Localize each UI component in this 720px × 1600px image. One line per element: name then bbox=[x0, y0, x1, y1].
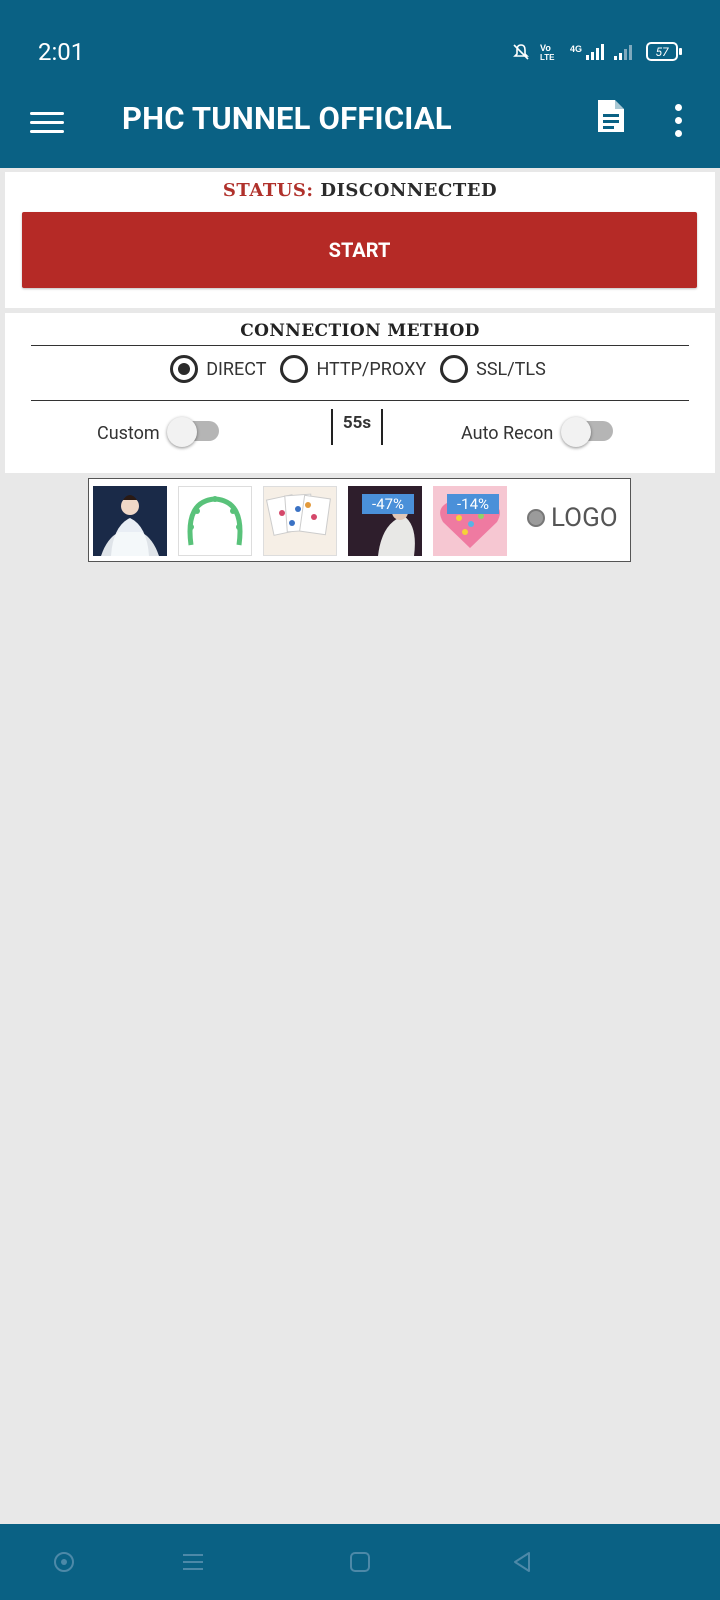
divider-top bbox=[31, 345, 689, 346]
status-key: STATUS: bbox=[222, 180, 314, 201]
menu-nav-icon[interactable] bbox=[181, 1550, 205, 1574]
system-icons: Vo LTE 4G 57 bbox=[512, 42, 682, 61]
ad-logo-dot-icon bbox=[527, 509, 545, 527]
custom-toggle-thumb bbox=[167, 417, 197, 447]
svg-text:LTE: LTE bbox=[540, 53, 555, 61]
4g-signal-icon: 4G bbox=[570, 43, 604, 60]
radio-direct-circle[interactable] bbox=[170, 355, 199, 383]
divider-bottom bbox=[31, 400, 689, 401]
radio-http-proxy-circle[interactable] bbox=[280, 355, 309, 383]
mute-icon bbox=[513, 43, 529, 60]
auto-recon-toggle-thumb bbox=[561, 417, 591, 447]
connection-method-radios: DIRECT HTTP/PROXY SSL/TLS bbox=[5, 355, 715, 383]
assistant-icon[interactable] bbox=[52, 1550, 76, 1574]
back-icon[interactable] bbox=[510, 1550, 534, 1574]
volte-icon: Vo LTE bbox=[540, 43, 555, 61]
ad-image-heart-box[interactable]: -14% bbox=[433, 486, 507, 556]
radio-ssl-tls-label: SSL/TLS bbox=[476, 358, 546, 380]
ad-image-headband[interactable] bbox=[178, 486, 252, 556]
ad-discount-badge-2: -14% bbox=[447, 494, 499, 514]
home-icon[interactable] bbox=[348, 1550, 372, 1574]
ad-banner[interactable]: -47% -14% LOGO bbox=[88, 478, 631, 562]
ad-logo: LOGO bbox=[527, 503, 618, 533]
svg-text:Vo: Vo bbox=[540, 43, 551, 53]
signal-icon bbox=[614, 44, 632, 60]
ad-discount-badge-1: -47% bbox=[362, 494, 414, 514]
connection-method-card: CONNECTION METHOD DIRECT HTTP/PROXY SSL/… bbox=[5, 313, 715, 473]
ad-image-dress[interactable] bbox=[93, 486, 167, 556]
more-vert-icon[interactable] bbox=[675, 104, 683, 143]
app-toolbar: PHC TUNNEL OFFICIAL bbox=[0, 84, 720, 168]
auto-recon-label: Auto Recon bbox=[461, 423, 554, 444]
radio-http-proxy-label: HTTP/PROXY bbox=[316, 358, 427, 380]
timer-display: 55s bbox=[331, 409, 383, 445]
status-card: STATUS: DISCONNECTED START bbox=[5, 172, 715, 308]
hamburger-menu-icon[interactable] bbox=[30, 106, 64, 136]
ad-image-stickers[interactable] bbox=[263, 486, 337, 556]
custom-label: Custom bbox=[97, 423, 160, 444]
start-button[interactable]: START bbox=[22, 212, 697, 288]
ad-logo-text: LOGO bbox=[551, 503, 618, 533]
battery-level: 57 bbox=[655, 44, 669, 59]
auto-recon-toggle[interactable] bbox=[561, 417, 615, 447]
status-value: DISCONNECTED bbox=[320, 180, 498, 201]
connection-method-title: CONNECTION METHOD bbox=[240, 321, 480, 341]
svg-text:4G: 4G bbox=[570, 44, 582, 54]
ad-image-fashion[interactable]: -47% bbox=[348, 486, 422, 556]
radio-direct-label: DIRECT bbox=[206, 358, 267, 380]
battery-icon: 57 bbox=[646, 42, 682, 61]
options-row: Custom 55s Auto Recon bbox=[5, 409, 715, 453]
radio-http-proxy[interactable]: HTTP/PROXY bbox=[280, 355, 430, 383]
radio-ssl-tls[interactable]: SSL/TLS bbox=[440, 355, 550, 383]
system-nav-bar bbox=[0, 1524, 720, 1600]
document-icon[interactable] bbox=[596, 98, 626, 134]
radio-ssl-tls-circle[interactable] bbox=[440, 355, 469, 383]
radio-direct[interactable]: DIRECT bbox=[170, 355, 270, 383]
app-title: PHC TUNNEL OFFICIAL bbox=[122, 100, 452, 137]
status-time: 2:01 bbox=[38, 38, 85, 66]
custom-toggle[interactable] bbox=[167, 417, 221, 447]
connection-status: STATUS: DISCONNECTED bbox=[5, 180, 715, 201]
